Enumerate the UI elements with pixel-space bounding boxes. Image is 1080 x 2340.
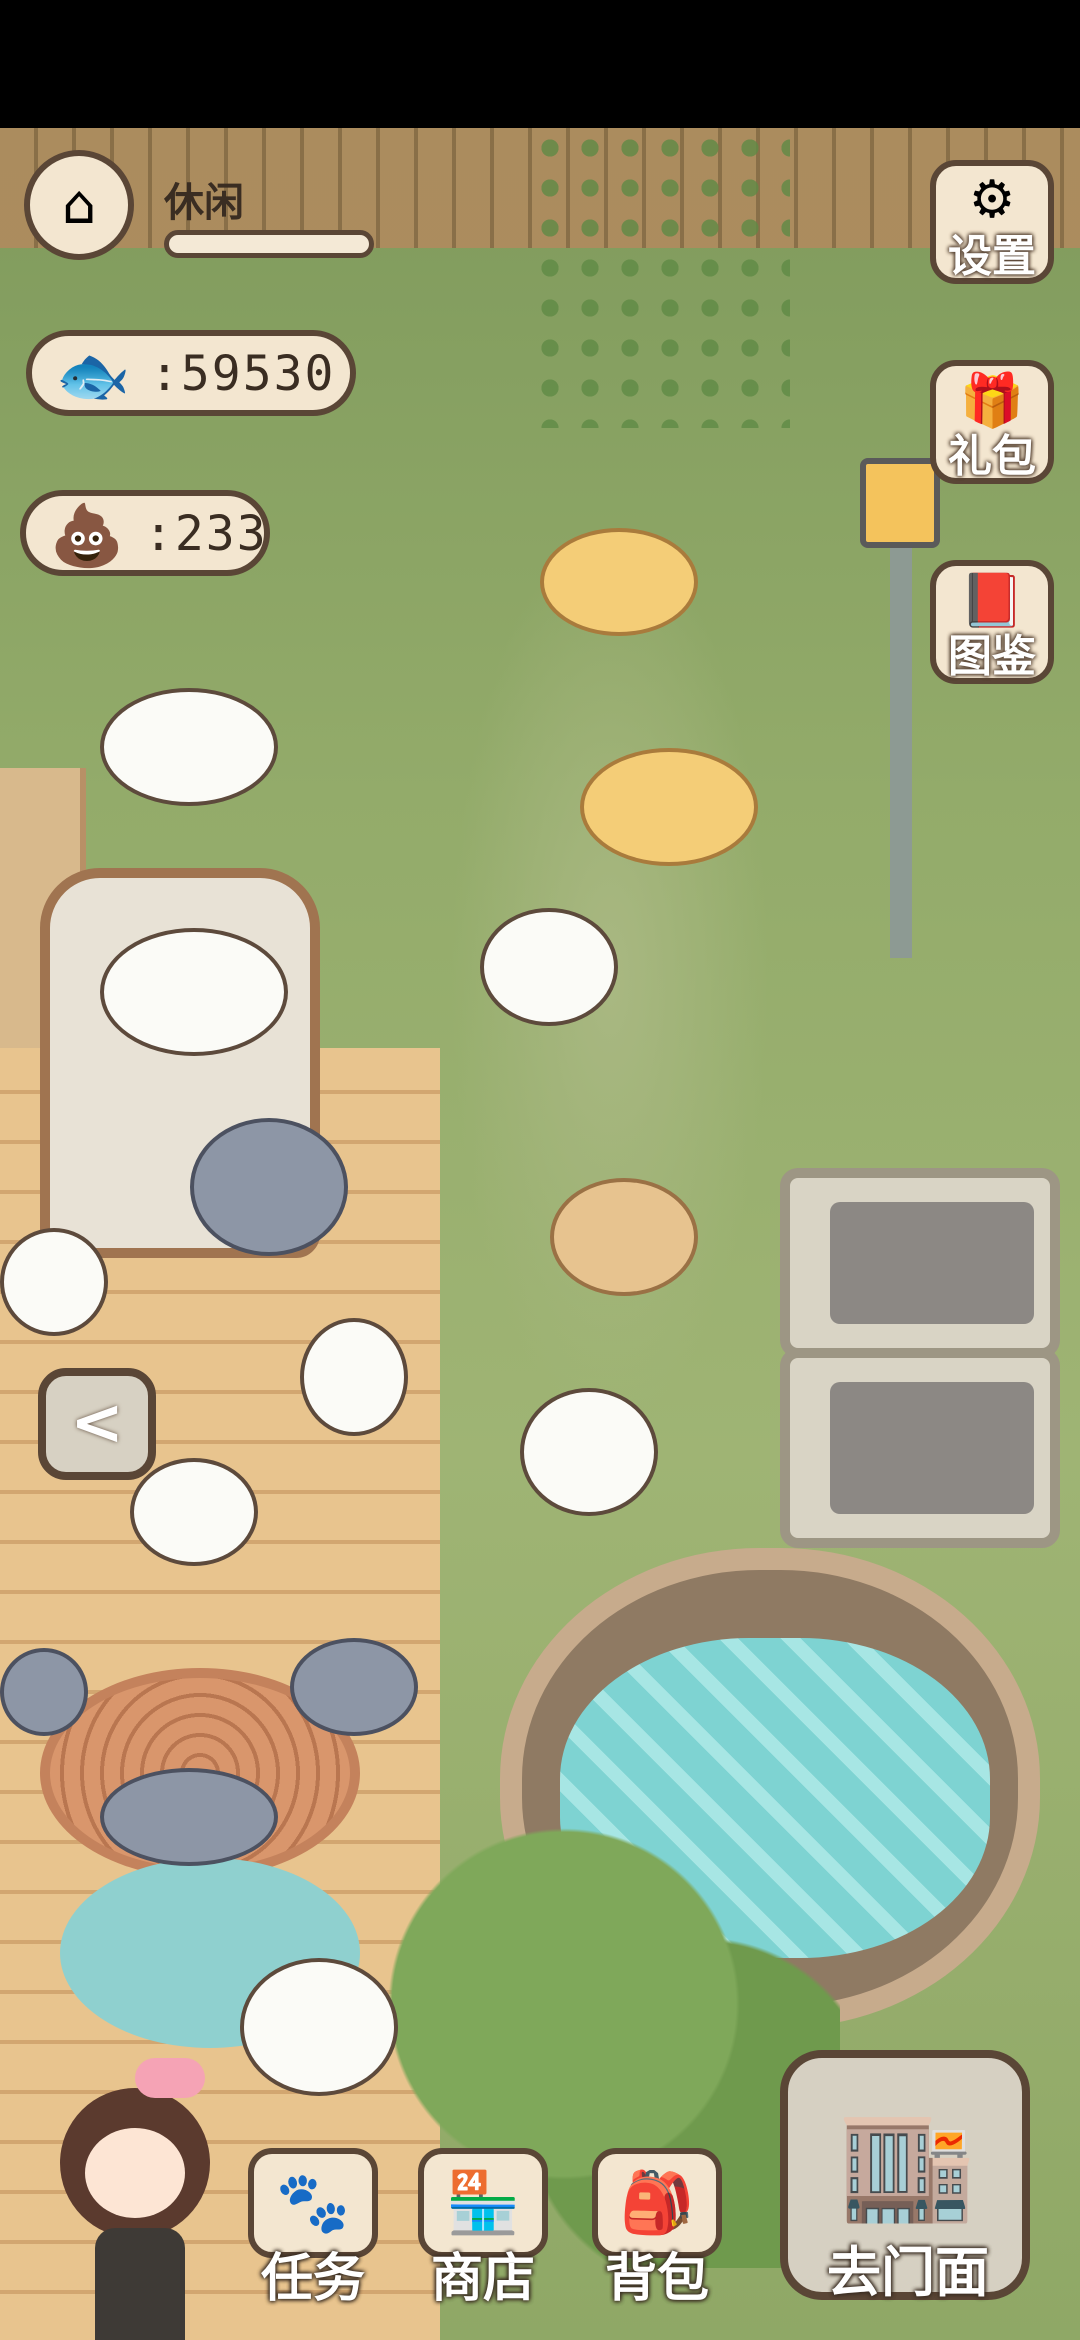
cat-tan-fluffy[interactable] [550,1178,698,1296]
cat-calico-curled[interactable] [480,908,618,1026]
fish-counter[interactable]: 🐟 :59530 [26,330,356,416]
shop-button[interactable]: 🏪 商店 [418,2148,548,2309]
garden-scene[interactable] [0,128,1080,2340]
poop-counter[interactable]: 💩 :233 [20,490,270,576]
cat-gray-edge[interactable] [0,1648,88,1736]
storefront-button[interactable]: 🏬 去门面 [780,2050,1030,2304]
cat-gray-blue[interactable] [190,1118,348,1256]
cat-gray-tabby[interactable] [100,1768,278,1866]
fish-icon: 🐟 [55,341,131,411]
settings-label: 设置 [948,231,1036,282]
cat-siamese-chair[interactable] [100,928,288,1056]
backpack-button[interactable]: 🎒 背包 [592,2148,722,2309]
collection-label: 图鉴 [948,631,1036,682]
cat-orange-sleeping[interactable] [540,528,698,636]
poop-icon: 💩 [49,501,125,571]
storefront-icon: 🏬 [838,2099,976,2227]
storefront-label: 去门面 [827,2241,989,2304]
settings-button[interactable]: ⚙ 设置 [930,160,1054,284]
status-bar [0,0,1080,128]
backpack-label: 背包 [604,2249,709,2309]
cat-calico-small[interactable] [300,1318,408,1436]
tasks-button[interactable]: 🐾 任务 [248,2148,378,2309]
home-status-label: 休闲 [164,180,244,226]
shopkeeper-girl[interactable] [40,2048,230,2340]
litter-box-1[interactable] [780,1168,1060,1358]
ivy-trellis [530,128,790,428]
shop-label: 商店 [430,2249,535,2309]
cat-white-sitting[interactable] [520,1388,658,1516]
home-status-widget[interactable]: ⌂ 休闲 [24,150,374,270]
cat-gray-small[interactable] [290,1638,418,1736]
tasks-label: 任务 [260,2249,365,2309]
cat-orange-curled[interactable] [580,748,758,866]
house-icon[interactable]: ⌂ [24,150,134,260]
home-progress-bar [164,230,374,258]
back-button[interactable]: < [38,1368,156,1480]
cat-white-fluffy[interactable] [240,1958,398,2096]
gift-button[interactable]: 🎁 礼包 [930,360,1054,484]
poop-count: :233 [144,506,268,562]
litter-box-2[interactable] [780,1348,1060,1548]
fish-count: :59530 [150,346,336,402]
garden-lamp [850,458,950,978]
cat-white-on-well[interactable] [130,1458,258,1566]
collection-button[interactable]: 📕 图鉴 [930,560,1054,684]
cat-siamese-top[interactable] [100,688,278,806]
cat-white-edge[interactable] [0,1228,108,1336]
gift-label: 礼包 [948,431,1036,482]
